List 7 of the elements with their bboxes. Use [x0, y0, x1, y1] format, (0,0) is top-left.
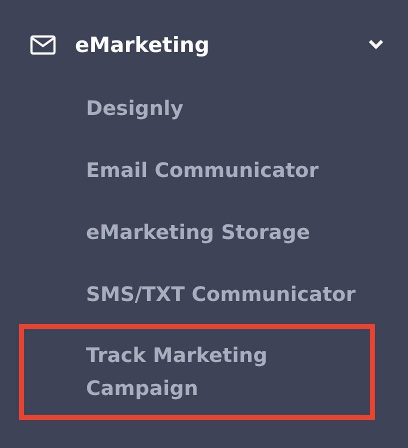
- envelope-icon: [30, 35, 56, 55]
- submenu-item[interactable]: SMS/TXT Communicator: [24, 278, 364, 311]
- submenu-item[interactable]: Track Marketing Campaign: [19, 324, 375, 420]
- submenu-item[interactable]: Designly: [24, 92, 364, 125]
- menu-header[interactable]: eMarketing: [0, 0, 408, 60]
- submenu-item[interactable]: Email Communicator: [24, 154, 364, 187]
- submenu-item[interactable]: eMarketing Storage: [24, 216, 364, 249]
